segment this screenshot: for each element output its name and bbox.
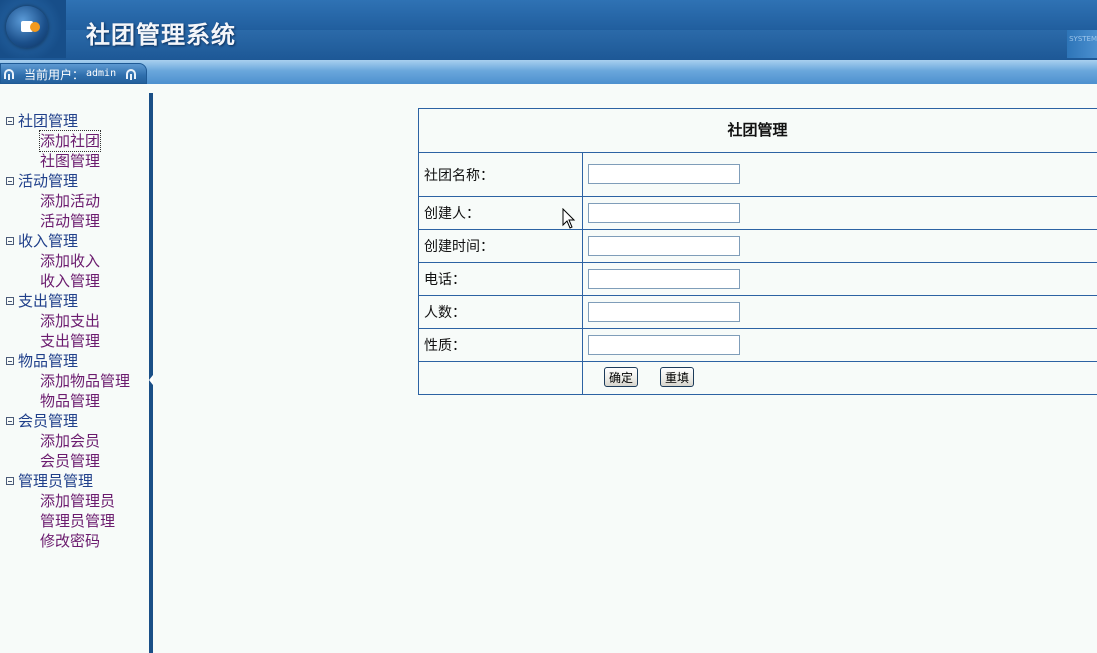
table-row-divider (419, 361, 1097, 362)
menu-group-label: 收入管理 (18, 232, 79, 250)
current-user-name: admin (86, 68, 117, 79)
menu-item-admin-manage[interactable]: 管理员管理 (40, 511, 115, 531)
collapse-toggle-icon[interactable] (6, 417, 14, 425)
table-row-divider (419, 262, 1097, 263)
sidebar-collapse-arrow-icon[interactable] (149, 375, 153, 385)
current-user-label: 当前用户： (24, 68, 85, 82)
nature-input[interactable] (588, 335, 740, 355)
menu-group-club[interactable]: 社团管理 (6, 111, 78, 131)
menu-item-club-manage[interactable]: 社图管理 (40, 151, 100, 171)
user-bar (0, 60, 1097, 84)
user-arch-icon (126, 69, 136, 80)
collapse-toggle-icon[interactable] (6, 357, 14, 365)
collapse-toggle-icon[interactable] (6, 477, 14, 485)
menu-item-expense-manage[interactable]: 支出管理 (40, 331, 100, 351)
logo-icon (6, 6, 48, 48)
menu-item-add-goods[interactable]: 添加物品管理 (40, 371, 130, 391)
created-time-label: 创建时间： (424, 239, 494, 255)
menu-group-goods[interactable]: 物品管理 (6, 351, 78, 371)
reset-button[interactable]: 重填 (660, 367, 695, 387)
menu-item-goods-manage[interactable]: 物品管理 (40, 391, 100, 411)
member-count-label: 人数： (424, 305, 466, 321)
collapse-toggle-icon[interactable] (6, 237, 14, 245)
menu-item-member-manage[interactable]: 会员管理 (40, 451, 100, 471)
nature-label: 性质： (424, 338, 466, 354)
menu-group-expense[interactable]: 支出管理 (6, 291, 78, 311)
menu-group-admin[interactable]: 管理员管理 (6, 471, 93, 491)
table-row-divider (419, 295, 1097, 296)
menu-item-add-activity[interactable]: 添加活动 (40, 191, 100, 211)
menu-group-label: 支出管理 (18, 292, 79, 310)
collapse-toggle-icon[interactable] (6, 297, 14, 305)
table-row-divider (419, 229, 1097, 230)
menu-group-activity[interactable]: 活动管理 (6, 171, 78, 191)
menu-item-add-income[interactable]: 添加收入 (40, 251, 100, 271)
table-row-divider (419, 152, 1097, 153)
form-title: 社团管理 (727, 121, 788, 139)
menu-group-member[interactable]: 会员管理 (6, 411, 78, 431)
menu-item-activity-manage[interactable]: 活动管理 (40, 211, 100, 231)
phone-label: 电话： (424, 272, 466, 288)
menu-group-label: 社团管理 (18, 112, 79, 130)
created-time-input[interactable] (588, 236, 740, 256)
menu-item-add-expense[interactable]: 添加支出 (40, 311, 100, 331)
member-count-input[interactable] (588, 302, 740, 322)
menu-group-label: 活动管理 (18, 172, 79, 190)
app-header: 社团管理系统 SYSTEM (0, 0, 1097, 60)
collapse-toggle-icon[interactable] (6, 117, 14, 125)
menu-item-income-manage[interactable]: 收入管理 (40, 271, 100, 291)
phone-input[interactable] (588, 269, 740, 289)
collapse-toggle-icon[interactable] (6, 177, 14, 185)
table-row-divider (419, 328, 1097, 329)
mouse-cursor-icon (562, 208, 576, 229)
app-title: 社团管理系统 (86, 21, 236, 49)
menu-group-income[interactable]: 收入管理 (6, 231, 78, 251)
menu-item-add-club[interactable]: 添加社团 (38, 130, 102, 152)
menu-item-add-admin[interactable]: 添加管理员 (40, 491, 115, 511)
system-tag: SYSTEM (1067, 30, 1097, 58)
user-arch-icon (4, 69, 14, 80)
logo-area (0, 0, 66, 58)
submit-button[interactable]: 确定 (604, 367, 639, 387)
creator-label: 创建人： (424, 206, 480, 222)
menu-group-label: 管理员管理 (18, 472, 94, 490)
creator-input[interactable] (588, 203, 740, 223)
table-row-divider (419, 196, 1097, 197)
menu-item-change-password[interactable]: 修改密码 (40, 531, 100, 551)
club-name-label: 社团名称： (424, 168, 494, 184)
menu-group-label: 会员管理 (18, 412, 79, 430)
logo-dot (30, 22, 40, 32)
club-name-input[interactable] (588, 164, 740, 184)
sidebar-divider[interactable] (149, 93, 153, 653)
menu-group-label: 物品管理 (18, 352, 79, 370)
menu-item-add-member[interactable]: 添加会员 (40, 431, 100, 451)
table-column-divider (582, 152, 583, 394)
